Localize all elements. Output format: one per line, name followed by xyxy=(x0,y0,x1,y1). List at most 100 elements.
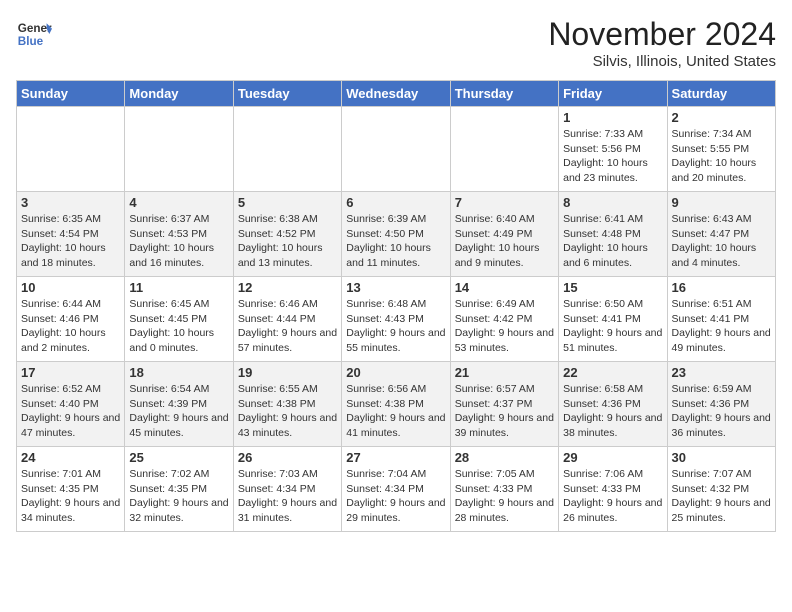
calendar-week-row: 10 Sunrise: 6:44 AM Sunset: 4:46 PM Dayli… xyxy=(17,277,776,362)
calendar-day-cell: 8Sunrise: 6:41 AM Sunset: 4:48 PM Daylig… xyxy=(559,192,667,277)
day-number: 18 xyxy=(129,365,228,380)
page-header: General Blue November 2024 Silvis, Illin… xyxy=(16,16,776,70)
calendar-header-row: SundayMondayTuesdayWednesdayThursdayFrid… xyxy=(17,81,776,107)
calendar-day-cell: 11 Sunrise: 6:45 AM Sunset: 4:45 PM Dayli… xyxy=(125,277,233,362)
day-info: Sunrise: 6:49 AM Sunset: 4:42 PM Dayligh… xyxy=(455,297,554,356)
day-number: 22 xyxy=(563,365,662,380)
location-subtitle: Silvis, Illinois, United States xyxy=(548,53,776,70)
header-friday: Friday xyxy=(559,81,667,107)
header-tuesday: Tuesday xyxy=(233,81,341,107)
day-number: 15 xyxy=(563,280,662,295)
day-info: Sunrise: 7:33 AM Sunset: 5:56 PM Dayligh… xyxy=(563,127,662,186)
day-info: Sunrise: 6:45 AM Sunset: 4:45 PM Dayligh… xyxy=(129,297,228,356)
calendar-day-cell: 3 Sunrise: 6:35 AM Sunset: 4:54 PM Daylig… xyxy=(17,192,125,277)
day-info: Sunrise: 6:35 AM Sunset: 4:54 PM Dayligh… xyxy=(21,212,120,271)
calendar-day-cell: 7 Sunrise: 6:40 AM Sunset: 4:49 PM Daylig… xyxy=(450,192,558,277)
calendar-day-cell: 30 Sunrise: 7:07 AM Sunset: 4:32 PM Dayli… xyxy=(667,447,775,532)
day-number: 12 xyxy=(238,280,337,295)
calendar-day-cell: 21 Sunrise: 6:57 AM Sunset: 4:37 PM Dayli… xyxy=(450,362,558,447)
day-number: 2 xyxy=(672,110,771,125)
day-number: 11 xyxy=(129,280,228,295)
day-info: Sunrise: 6:44 AM Sunset: 4:46 PM Dayligh… xyxy=(21,297,120,356)
day-number: 30 xyxy=(672,450,771,465)
day-info: Sunrise: 7:01 AM Sunset: 4:35 PM Dayligh… xyxy=(21,467,120,526)
calendar-day-cell xyxy=(125,107,233,192)
calendar-week-row: 3 Sunrise: 6:35 AM Sunset: 4:54 PM Daylig… xyxy=(17,192,776,277)
calendar-day-cell: 4 Sunrise: 6:37 AM Sunset: 4:53 PM Daylig… xyxy=(125,192,233,277)
calendar-day-cell: 19 Sunrise: 6:55 AM Sunset: 4:38 PM Dayli… xyxy=(233,362,341,447)
header-thursday: Thursday xyxy=(450,81,558,107)
calendar-day-cell: 14Sunrise: 6:49 AM Sunset: 4:42 PM Dayli… xyxy=(450,277,558,362)
day-number: 19 xyxy=(238,365,337,380)
day-number: 5 xyxy=(238,195,337,210)
header-saturday: Saturday xyxy=(667,81,775,107)
day-number: 20 xyxy=(346,365,445,380)
logo: General Blue xyxy=(16,16,52,52)
day-number: 28 xyxy=(455,450,554,465)
day-info: Sunrise: 6:55 AM Sunset: 4:38 PM Dayligh… xyxy=(238,382,337,441)
calendar-day-cell: 28 Sunrise: 7:05 AM Sunset: 4:33 PM Dayli… xyxy=(450,447,558,532)
day-number: 17 xyxy=(21,365,120,380)
day-number: 25 xyxy=(129,450,228,465)
calendar-day-cell: 10 Sunrise: 6:44 AM Sunset: 4:46 PM Dayli… xyxy=(17,277,125,362)
logo-icon: General Blue xyxy=(16,16,52,52)
day-info: Sunrise: 6:56 AM Sunset: 4:38 PM Dayligh… xyxy=(346,382,445,441)
calendar-day-cell: 22 Sunrise: 6:58 AM Sunset: 4:36 PM Dayli… xyxy=(559,362,667,447)
calendar-day-cell: 6 Sunrise: 6:39 AM Sunset: 4:50 PM Daylig… xyxy=(342,192,450,277)
calendar-day-cell: 23Sunrise: 6:59 AM Sunset: 4:36 PM Dayli… xyxy=(667,362,775,447)
day-info: Sunrise: 6:37 AM Sunset: 4:53 PM Dayligh… xyxy=(129,212,228,271)
day-number: 7 xyxy=(455,195,554,210)
calendar-day-cell: 5 Sunrise: 6:38 AM Sunset: 4:52 PM Daylig… xyxy=(233,192,341,277)
day-number: 26 xyxy=(238,450,337,465)
calendar-day-cell xyxy=(450,107,558,192)
day-info: Sunrise: 6:59 AM Sunset: 4:36 PM Dayligh… xyxy=(672,382,771,441)
calendar-day-cell: 2 Sunrise: 7:34 AM Sunset: 5:55 PM Daylig… xyxy=(667,107,775,192)
day-info: Sunrise: 6:43 AM Sunset: 4:47 PM Dayligh… xyxy=(672,212,771,271)
day-info: Sunrise: 7:02 AM Sunset: 4:35 PM Dayligh… xyxy=(129,467,228,526)
calendar-day-cell: 13Sunrise: 6:48 AM Sunset: 4:43 PM Dayli… xyxy=(342,277,450,362)
calendar-week-row: 1 Sunrise: 7:33 AM Sunset: 5:56 PM Daylig… xyxy=(17,107,776,192)
day-number: 1 xyxy=(563,110,662,125)
svg-text:Blue: Blue xyxy=(18,35,44,48)
day-number: 27 xyxy=(346,450,445,465)
day-number: 6 xyxy=(346,195,445,210)
day-number: 21 xyxy=(455,365,554,380)
calendar-day-cell: 16 Sunrise: 6:51 AM Sunset: 4:41 PM Dayli… xyxy=(667,277,775,362)
day-number: 16 xyxy=(672,280,771,295)
day-info: Sunrise: 6:51 AM Sunset: 4:41 PM Dayligh… xyxy=(672,297,771,356)
calendar-table: SundayMondayTuesdayWednesdayThursdayFrid… xyxy=(16,80,776,532)
day-info: Sunrise: 6:48 AM Sunset: 4:43 PM Dayligh… xyxy=(346,297,445,356)
calendar-day-cell: 29Sunrise: 7:06 AM Sunset: 4:33 PM Dayli… xyxy=(559,447,667,532)
day-info: Sunrise: 7:07 AM Sunset: 4:32 PM Dayligh… xyxy=(672,467,771,526)
day-number: 4 xyxy=(129,195,228,210)
day-info: Sunrise: 7:05 AM Sunset: 4:33 PM Dayligh… xyxy=(455,467,554,526)
calendar-day-cell: 26 Sunrise: 7:03 AM Sunset: 4:34 PM Dayli… xyxy=(233,447,341,532)
calendar-week-row: 24Sunrise: 7:01 AM Sunset: 4:35 PM Dayli… xyxy=(17,447,776,532)
calendar-day-cell: 25 Sunrise: 7:02 AM Sunset: 4:35 PM Dayli… xyxy=(125,447,233,532)
day-info: Sunrise: 6:58 AM Sunset: 4:36 PM Dayligh… xyxy=(563,382,662,441)
day-info: Sunrise: 7:34 AM Sunset: 5:55 PM Dayligh… xyxy=(672,127,771,186)
day-info: Sunrise: 7:06 AM Sunset: 4:33 PM Dayligh… xyxy=(563,467,662,526)
calendar-day-cell: 17Sunrise: 6:52 AM Sunset: 4:40 PM Dayli… xyxy=(17,362,125,447)
day-info: Sunrise: 6:46 AM Sunset: 4:44 PM Dayligh… xyxy=(238,297,337,356)
calendar-day-cell: 27 Sunrise: 7:04 AM Sunset: 4:34 PM Dayli… xyxy=(342,447,450,532)
calendar-day-cell xyxy=(233,107,341,192)
day-info: Sunrise: 6:57 AM Sunset: 4:37 PM Dayligh… xyxy=(455,382,554,441)
day-info: Sunrise: 7:04 AM Sunset: 4:34 PM Dayligh… xyxy=(346,467,445,526)
header-wednesday: Wednesday xyxy=(342,81,450,107)
calendar-day-cell: 12 Sunrise: 6:46 AM Sunset: 4:44 PM Dayli… xyxy=(233,277,341,362)
day-number: 10 xyxy=(21,280,120,295)
day-info: Sunrise: 6:41 AM Sunset: 4:48 PM Dayligh… xyxy=(563,212,662,271)
day-info: Sunrise: 6:39 AM Sunset: 4:50 PM Dayligh… xyxy=(346,212,445,271)
day-info: Sunrise: 7:03 AM Sunset: 4:34 PM Dayligh… xyxy=(238,467,337,526)
day-number: 3 xyxy=(21,195,120,210)
day-info: Sunrise: 6:40 AM Sunset: 4:49 PM Dayligh… xyxy=(455,212,554,271)
month-year-title: November 2024 xyxy=(548,16,776,53)
calendar-week-row: 17Sunrise: 6:52 AM Sunset: 4:40 PM Dayli… xyxy=(17,362,776,447)
calendar-day-cell: 15Sunrise: 6:50 AM Sunset: 4:41 PM Dayli… xyxy=(559,277,667,362)
day-info: Sunrise: 6:38 AM Sunset: 4:52 PM Dayligh… xyxy=(238,212,337,271)
calendar-day-cell: 20 Sunrise: 6:56 AM Sunset: 4:38 PM Dayli… xyxy=(342,362,450,447)
calendar-day-cell xyxy=(17,107,125,192)
title-section: November 2024 Silvis, Illinois, United S… xyxy=(548,16,776,70)
calendar-day-cell: 1 Sunrise: 7:33 AM Sunset: 5:56 PM Daylig… xyxy=(559,107,667,192)
